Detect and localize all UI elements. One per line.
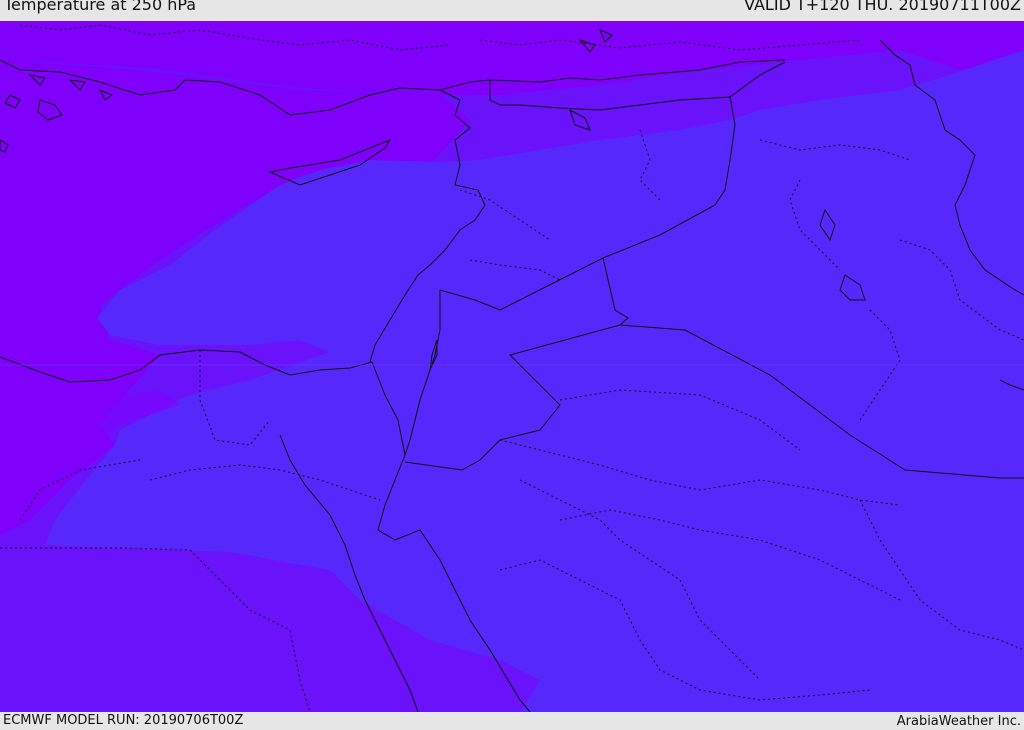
- valid-time: VALID T+120 THU. 20190711T00Z: [744, 0, 1021, 14]
- temperature-map: [0, 21, 1024, 712]
- map-title: Temperature at 250 hPa: [4, 0, 197, 14]
- credit-label: ArabiaWeather Inc.: [896, 714, 1021, 729]
- map-footer: ECMWF MODEL RUN: 20190706T00Z ArabiaWeat…: [0, 712, 1024, 729]
- map-header: Temperature at 250 hPa VALID T+120 THU. …: [0, 0, 1024, 21]
- model-run-label: ECMWF MODEL RUN: 20190706T00Z: [3, 713, 244, 728]
